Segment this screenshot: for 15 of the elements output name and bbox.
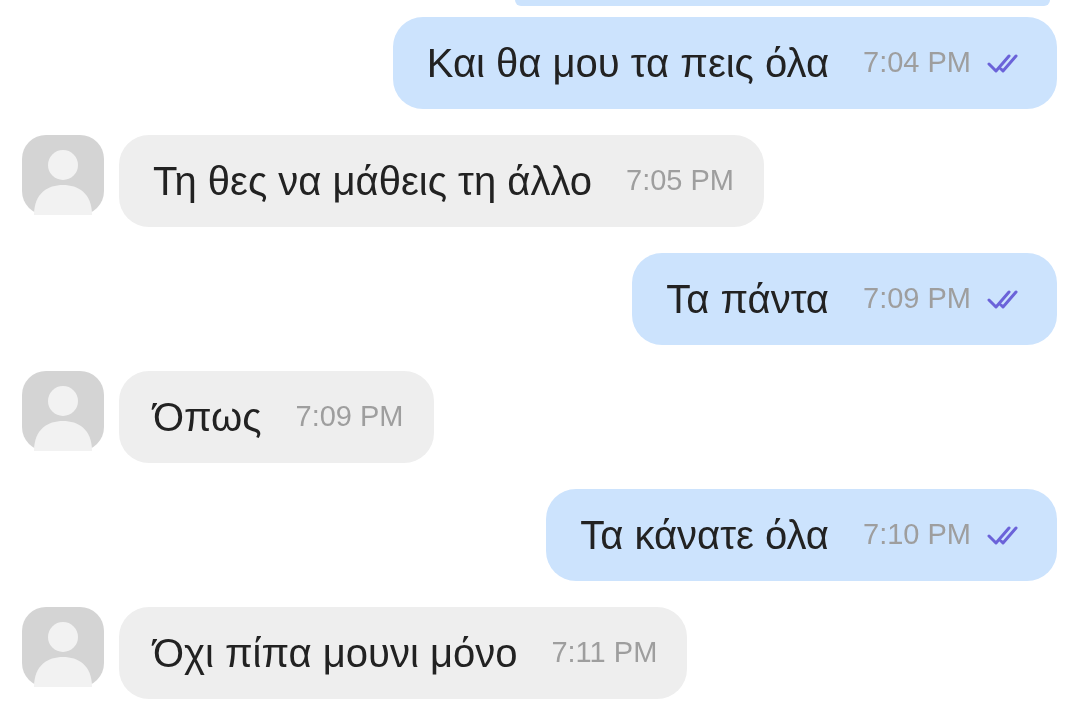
message-text: Τα πάντα — [666, 276, 829, 323]
avatar-icon — [22, 607, 104, 687]
message-text: Και θα μου τα πεις όλα — [426, 40, 829, 87]
message-time: 7:05 PM — [626, 163, 735, 199]
message-time: 7:11 PM — [551, 635, 658, 671]
message-time: 7:04 PM — [863, 45, 971, 81]
message-text: Όπως — [153, 394, 262, 441]
message-time: 7:09 PM — [295, 399, 404, 435]
message-time: 7:09 PM — [863, 281, 971, 317]
avatar-icon — [22, 135, 104, 215]
message-text: Όχι πίπα μουνι μόνο — [153, 630, 518, 677]
message-time: 7:10 PM — [863, 517, 971, 553]
avatar-icon — [22, 371, 104, 451]
message-text: Τη θες να μάθεις τη άλλο — [153, 158, 593, 205]
message-text: Τα κάνατε όλα — [580, 512, 829, 559]
